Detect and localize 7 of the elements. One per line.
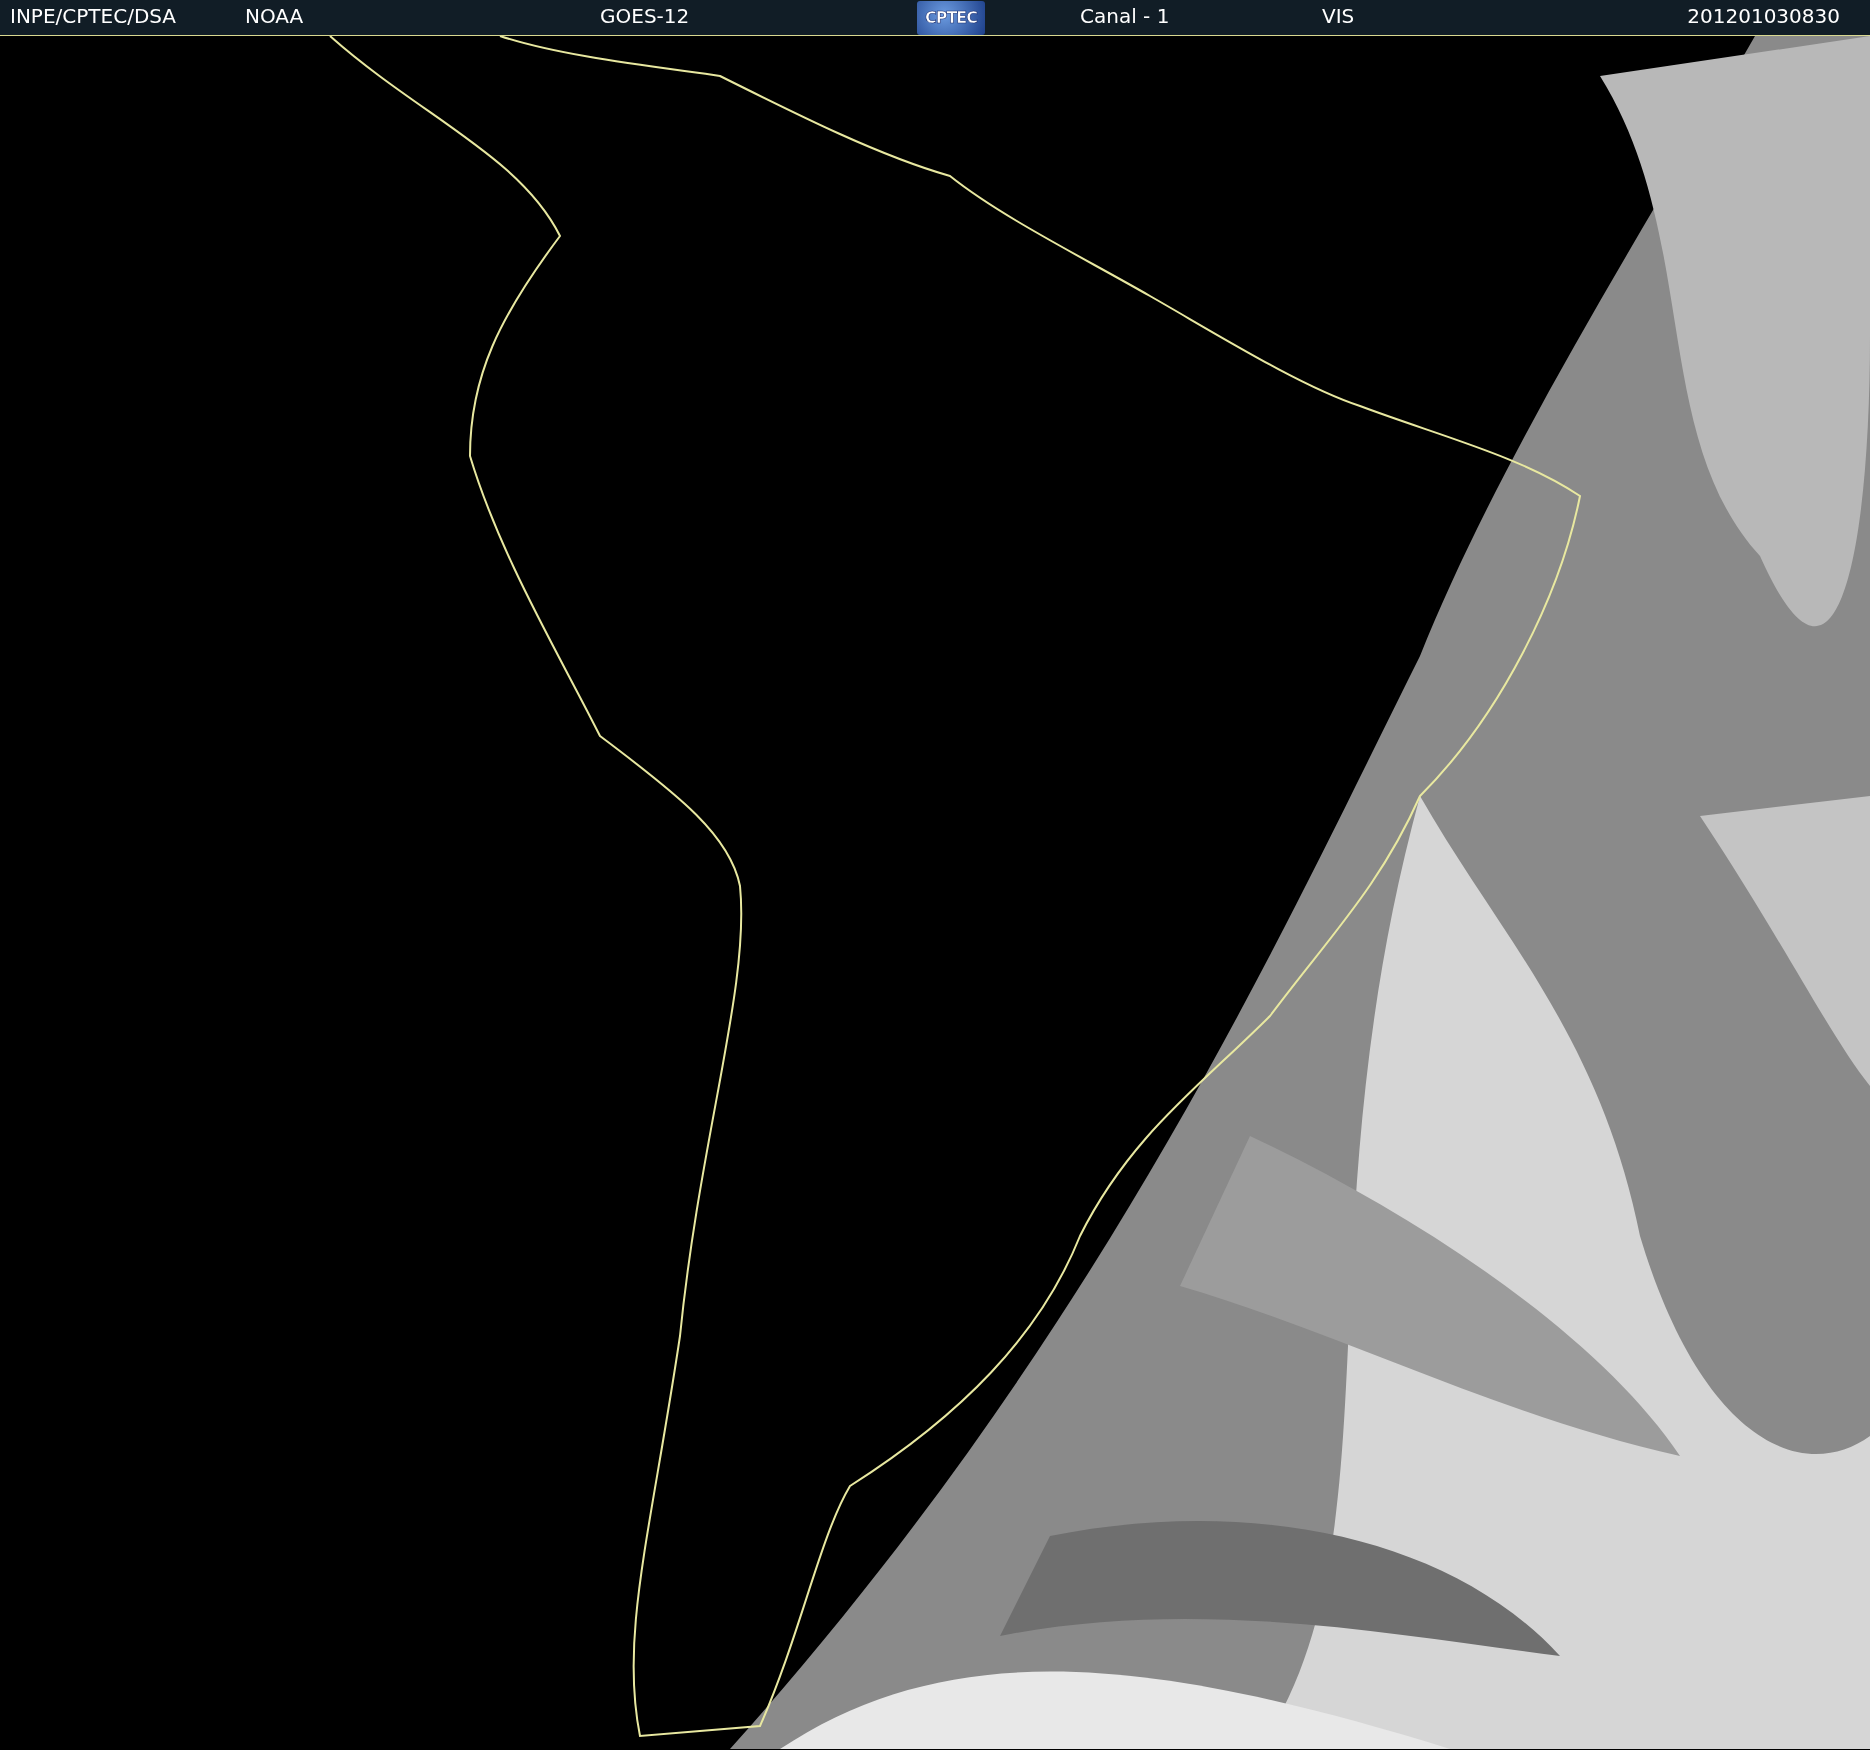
header-label: GOES-12 <box>600 3 690 28</box>
header-label: Canal - 1 <box>1080 3 1170 28</box>
header-label: 201201030830 <box>1687 3 1840 28</box>
logo: CPTEC <box>917 0 985 35</box>
header-label: INPE/CPTEC/DSA <box>10 3 177 28</box>
header-label: VIS <box>1322 3 1355 28</box>
header-label: NOAA <box>245 3 304 28</box>
